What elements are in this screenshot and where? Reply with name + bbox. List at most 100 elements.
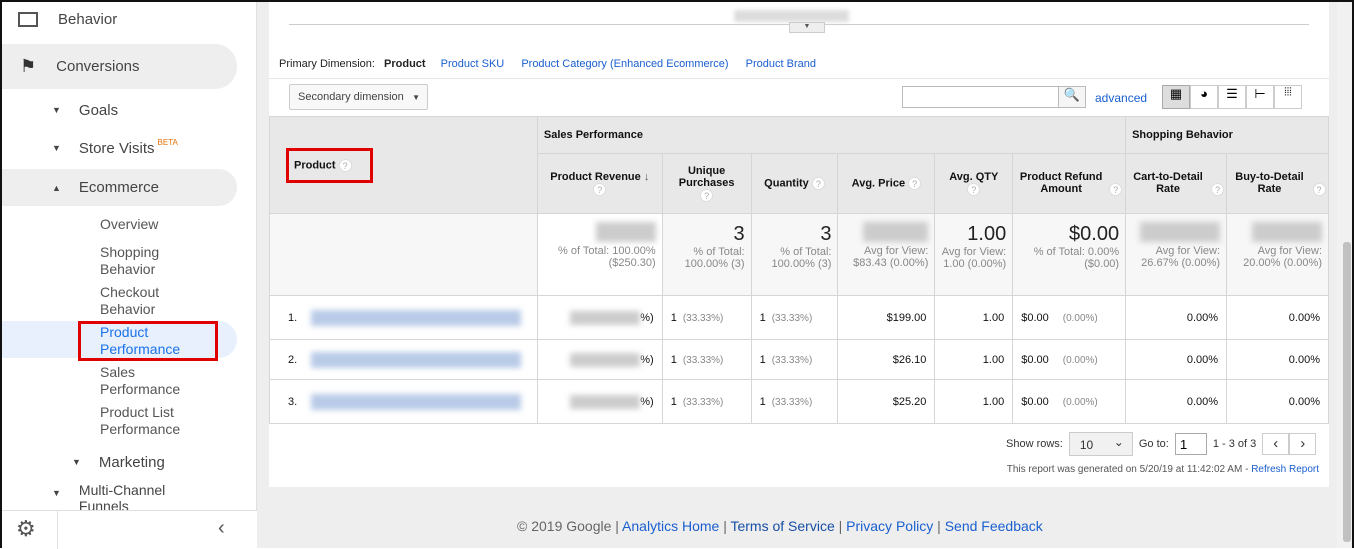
blurred-value	[1140, 222, 1221, 242]
blurred-product-link[interactable]	[311, 393, 522, 410]
pct: (33.33%)	[771, 396, 813, 408]
main-content: ▼ Primary Dimension: Product Product SKU…	[257, 2, 1337, 548]
total-avg-qty: 1.00 Avg for View: 1.00 (0.00%)	[934, 213, 1014, 296]
sidebar-item-conversions[interactable]: ⚑ Conversions	[2, 44, 237, 89]
search-icon[interactable]: 🔍	[1058, 86, 1086, 108]
next-page-icon[interactable]: ›	[1289, 433, 1317, 455]
help-icon[interactable]: ?	[1312, 182, 1326, 196]
prev-page-icon[interactable]: ‹	[1262, 433, 1290, 455]
total-refund: $0.00% of Total: 0.00% ($0.00)	[1012, 213, 1127, 296]
sub: % of Total: 100.00% ($250.30)	[558, 245, 656, 269]
buy-cell: 0.00%	[1226, 379, 1329, 424]
performance-view-icon[interactable]: ☰	[1218, 85, 1246, 109]
sort-desc-icon: ↓	[643, 171, 650, 183]
avg-qty-cell: 1.00	[934, 295, 1014, 340]
value: 1	[670, 353, 677, 366]
col-avg-price[interactable]: Avg. Price ?	[837, 153, 936, 214]
dimension-product-category[interactable]: Product Category (Enhanced Ecommerce)	[521, 58, 728, 70]
caret-right-icon: ▼	[52, 105, 61, 115]
caret-icon: ▼	[72, 457, 81, 467]
col-cart-to-detail[interactable]: Cart-to-Detail Rate ?	[1125, 153, 1228, 214]
col-refund-amount[interactable]: Product Refund Amount ?	[1012, 153, 1127, 214]
sidebar-item-overview[interactable]: Overview	[100, 216, 158, 233]
refund-cell: $0.00 (0.00%)	[1012, 339, 1127, 380]
help-icon[interactable]: ?	[967, 183, 981, 196]
help-icon[interactable]: ?	[593, 183, 607, 196]
buy-cell: 0.00%	[1226, 295, 1329, 340]
unique-cell: 1 (33.33%)	[661, 339, 752, 380]
blurred-product-link[interactable]	[311, 351, 522, 368]
pie-view-icon[interactable]: ◕	[1190, 85, 1218, 109]
refresh-report-link[interactable]: Refresh Report	[1251, 464, 1319, 475]
blurred-value	[863, 222, 929, 242]
help-icon[interactable]: ?	[908, 177, 922, 190]
comparison-view-icon[interactable]: ⊢	[1246, 85, 1274, 109]
rows-select[interactable]: 10 ⌄	[1068, 432, 1133, 456]
value: $0.00	[1021, 353, 1049, 366]
revenue-cell: %)	[536, 295, 663, 340]
help-icon[interactable]: ?	[338, 158, 352, 172]
pagination: Show rows: 10 ⌄ Go to: 1 - 3 of 3 ‹›	[1006, 432, 1317, 456]
col-unique-purchases[interactable]: Unique Purchases?	[661, 153, 752, 214]
privacy-link[interactable]: Privacy Policy	[846, 518, 933, 534]
blurred-product-link[interactable]	[311, 309, 522, 326]
col-quantity[interactable]: Quantity ?	[750, 153, 839, 214]
pivot-view-icon[interactable]: ⦙⦙⦙	[1274, 85, 1302, 109]
col-product-revenue[interactable]: Product Revenue ↓?	[536, 153, 663, 214]
totals-label	[269, 213, 538, 296]
terms-link[interactable]: Terms of Service	[730, 518, 834, 534]
row-number: 2.	[288, 353, 298, 366]
sidebar-item-sales-performance[interactable]: Sales Performance	[100, 364, 200, 398]
expand-chevron-icon[interactable]: ▼	[789, 22, 825, 33]
sidebar-item-shopping-behavior[interactable]: Shopping Behavior	[100, 244, 190, 278]
value: 1	[759, 353, 766, 366]
report-table: Product ? Sales Performance Shopping Beh…	[269, 116, 1329, 424]
caret-down-icon: ▼	[412, 93, 420, 102]
blurred-value	[1252, 222, 1322, 242]
blurred-value	[595, 222, 656, 242]
collapse-chevron-icon[interactable]: ‹	[218, 517, 225, 540]
table-view-icon[interactable]: ▦	[1162, 85, 1190, 109]
help-icon[interactable]: ?	[700, 189, 714, 202]
analytics-home-link[interactable]: Analytics Home	[622, 518, 719, 534]
goto-input[interactable]	[1174, 433, 1207, 455]
unique-cell: 1 (33.33%)	[661, 379, 752, 424]
value: 1.00	[967, 223, 1007, 245]
secondary-dimension-dropdown[interactable]: Secondary dimension ▼	[289, 84, 428, 110]
advanced-link[interactable]: advanced	[1095, 91, 1147, 105]
total-cart-to-detail: Avg for View: 26.67% (0.00%)	[1125, 213, 1228, 296]
label: Avg. Price	[851, 177, 906, 190]
col-avg-qty[interactable]: Avg. QTY?	[934, 153, 1014, 214]
scrollbar-thumb[interactable]	[1343, 242, 1351, 542]
product-header[interactable]: Product ?	[269, 116, 538, 214]
dimension-product-brand[interactable]: Product Brand	[746, 58, 816, 70]
help-icon[interactable]: ?	[1211, 182, 1225, 196]
total-avg-price: Avg for View: $83.43 (0.00%)	[837, 213, 936, 296]
gear-icon[interactable]: ⚙	[16, 516, 36, 542]
col-buy-to-detail[interactable]: Buy-to-Detail Rate ?	[1226, 153, 1329, 214]
revenue-cell: %)	[536, 339, 663, 380]
sidebar-item-checkout-behavior[interactable]: Checkout Behavior	[100, 284, 190, 318]
label: Ecommerce	[78, 179, 159, 196]
caret-up-icon: ▲	[52, 182, 61, 193]
help-icon[interactable]: ?	[811, 177, 825, 190]
sidebar-item-product-list-performance[interactable]: Product List Performance	[100, 404, 200, 438]
feedback-link[interactable]: Send Feedback	[945, 518, 1043, 534]
product-cell[interactable]: 2.	[269, 339, 538, 380]
sidebar-item-goals[interactable]: ▼ Goals	[52, 100, 118, 120]
value: 3	[733, 223, 745, 245]
quantity-cell: 1 (33.33%)	[750, 295, 839, 340]
sidebar-item-store-visits[interactable]: ▼ Store Visits BETA	[52, 138, 178, 158]
product-cell[interactable]: 3.	[269, 379, 538, 424]
sidebar-item-ecommerce[interactable]: ▲ Ecommerce	[2, 169, 237, 206]
search-input[interactable]	[902, 86, 1059, 108]
product-cell[interactable]: 1.	[269, 295, 538, 340]
pct: (33.33%)	[682, 396, 724, 408]
label: Product Refund Amount	[1019, 171, 1103, 196]
help-icon[interactable]: ?	[1109, 182, 1123, 196]
sidebar-item-multichannel[interactable]: ▼ Multi-Channel Funnels	[52, 482, 189, 510]
value: 1	[759, 311, 766, 324]
sidebar-item-marketing[interactable]: ▼ Marketing	[72, 452, 165, 472]
sidebar-item-behavior[interactable]: Behavior	[18, 7, 117, 31]
dimension-product-sku[interactable]: Product SKU	[441, 58, 505, 70]
